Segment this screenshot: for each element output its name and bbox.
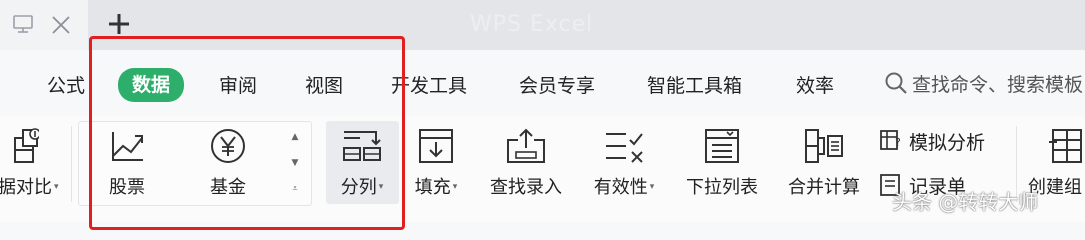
merge-calc-label: 合并计算 [788, 177, 860, 198]
command-search[interactable]: 查找命令、搜索模板 [884, 70, 1083, 100]
new-tab-button[interactable] [106, 11, 132, 41]
fund-button[interactable]: 基金 [189, 120, 267, 206]
merge-calc-button[interactable]: 合并计算 [785, 120, 863, 206]
compare-caret: ▾ [54, 182, 59, 192]
monitor-icon [12, 14, 34, 38]
svg-text:?: ? [895, 136, 901, 149]
tab-review[interactable]: 审阅 [219, 70, 257, 102]
title-bar: WPS Excel [0, 0, 1085, 50]
scroll-up-button[interactable]: ▲ [284, 124, 306, 150]
compare-icon [14, 128, 39, 163]
lookup-entry-icon [507, 128, 545, 163]
fund-label: 基金 [210, 177, 246, 198]
dropdown-list-button[interactable]: 下拉列表 [683, 120, 761, 206]
merge-calc-icon [805, 129, 843, 163]
dropdown-list-icon [705, 129, 739, 163]
fill-button[interactable]: 填充 ▾ [397, 120, 475, 206]
simulate-analysis-button[interactable]: ? 模拟分析 [879, 128, 985, 155]
tab-member[interactable]: 会员专享 [519, 70, 595, 102]
tab-partial-left[interactable] [0, 70, 4, 102]
validity-button[interactable]: 有效性 ▾ [585, 120, 663, 206]
stocks-button[interactable]: 股票 [88, 120, 166, 206]
tab-developer[interactable]: 开发工具 [391, 70, 467, 102]
fill-down-icon [419, 129, 453, 163]
lookup-entry-button[interactable]: 查找录入 [487, 120, 565, 206]
close-tab-icon[interactable] [50, 14, 72, 40]
tab-smart-toolbox[interactable]: 智能工具箱 [647, 70, 742, 102]
simulate-analysis-label: 模拟分析 [909, 132, 986, 154]
validity-icon [606, 133, 643, 163]
split-column-icon [343, 131, 381, 161]
yen-coin-icon [211, 129, 245, 163]
split-column-label: 分列 [340, 177, 377, 198]
dropdown-list-label: 下拉列表 [686, 177, 758, 198]
compare-button[interactable]: 据对比 ▾ [0, 120, 59, 206]
tab-data[interactable]: 数据 [118, 68, 185, 102]
watermark: 头条 @转转大师 [892, 190, 1039, 214]
validity-caret: ▾ [649, 182, 655, 192]
compare-label: 据对比 [0, 177, 52, 198]
fill-caret: ▾ [452, 182, 458, 192]
faint-title-text: WPS Excel [470, 12, 594, 37]
search-icon [884, 72, 912, 96]
document-tab[interactable] [0, 0, 88, 50]
tab-efficiency[interactable]: 效率 [796, 70, 834, 102]
create-group-icon [1049, 129, 1082, 163]
tab-view[interactable]: 视图 [305, 70, 343, 102]
simulate-analysis-icon: ? [879, 130, 909, 154]
search-placeholder: 查找命令、搜索模板 [912, 74, 1084, 96]
tab-formulas[interactable]: 公式 [47, 70, 85, 102]
stock-chart-icon [112, 132, 143, 161]
fill-label: 填充 [414, 177, 451, 198]
validity-label: 有效性 [593, 177, 648, 198]
